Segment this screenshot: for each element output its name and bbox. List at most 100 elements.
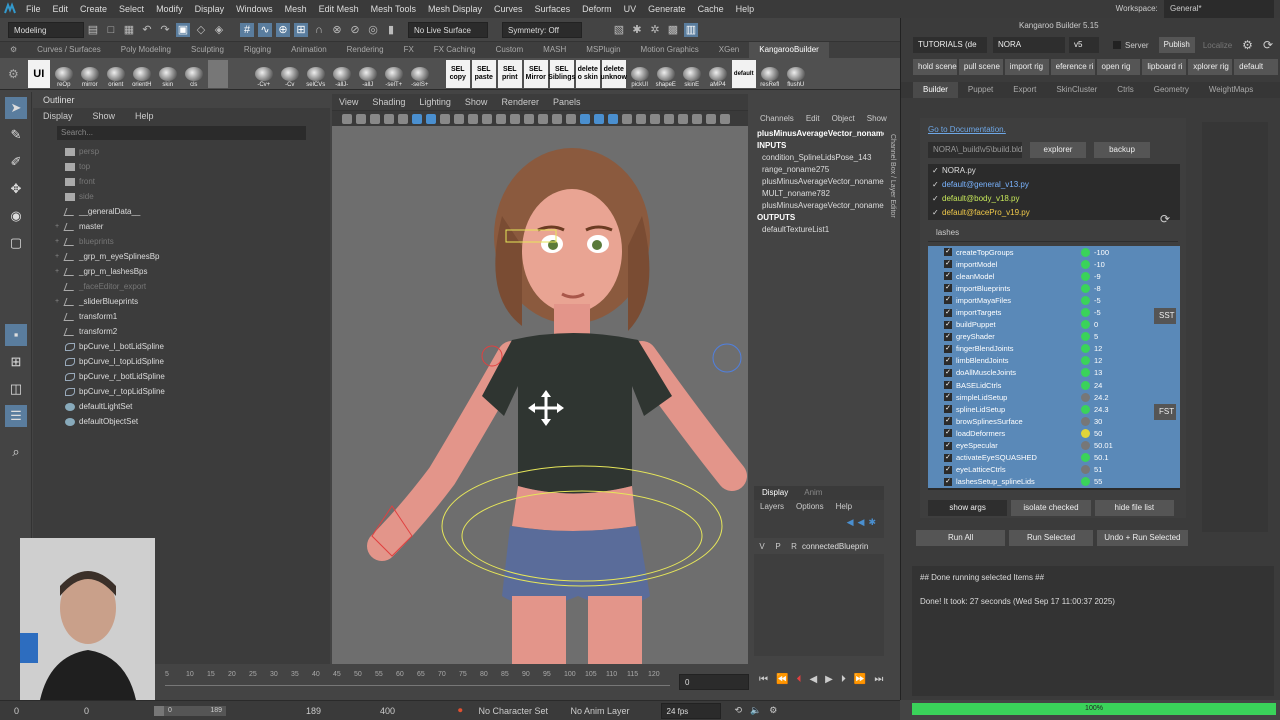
snap-grid-icon[interactable]: # <box>240 22 254 37</box>
viewport-menu-lighting[interactable]: Lighting <box>412 94 458 110</box>
shelf-button-flushu[interactable]: flushU <box>784 60 808 88</box>
function-checkbox[interactable]: ✓ <box>944 429 952 438</box>
anim-start-field[interactable]: 0 <box>84 706 154 716</box>
viewport-tool-icon[interactable] <box>636 113 646 124</box>
construction-icon[interactable]: ⊘ <box>348 23 362 37</box>
output-node[interactable]: defaultTextureList1 <box>754 224 884 236</box>
two-view-layout-icon[interactable]: ◫ <box>5 378 27 400</box>
viewport-tool-icon[interactable] <box>412 113 422 124</box>
viewport-tool-icon[interactable] <box>622 113 632 124</box>
kangaroo-tab-geometry[interactable]: Geometry <box>1144 82 1199 98</box>
undo-run-selected-button[interactable]: Undo + Run Selected <box>1096 530 1189 546</box>
function-checkbox[interactable]: ✓ <box>944 308 952 317</box>
input-node[interactable]: plusMinusAverageVector_noname <box>754 200 884 212</box>
build-function-row[interactable]: ✓ importMayaFiles -5 <box>928 294 1180 307</box>
auto-key-icon[interactable]: ⏺ <box>458 705 463 716</box>
new-layer-selected-icon[interactable]: ◀ <box>858 517 865 528</box>
viewport-tool-icon[interactable] <box>482 113 492 124</box>
shelf-button--sels-[interactable]: -selS+ <box>408 60 432 88</box>
shelf-button-skin[interactable]: skin <box>156 60 180 88</box>
shelf-tab-sculpting[interactable]: Sculpting <box>181 42 234 58</box>
outliner-item[interactable]: + master <box>55 219 330 234</box>
play-back-icon[interactable]: ◀ <box>809 674 817 685</box>
function-checkbox[interactable]: ✓ <box>944 284 952 293</box>
lock-icon[interactable]: ▮ <box>384 23 398 37</box>
function-checkbox[interactable]: ✓ <box>944 296 952 305</box>
outliner-item[interactable]: + _grp_m_eyeSplinesBp <box>55 249 330 264</box>
documentation-link[interactable]: Go to Documentation. <box>928 125 1006 134</box>
publish-button[interactable]: Publish <box>1158 37 1195 53</box>
layer-menu-help[interactable]: Help <box>830 500 858 514</box>
next-key-icon[interactable]: ⏵ <box>841 674 846 685</box>
function-checkbox[interactable]: ✓ <box>944 248 952 257</box>
channel-menu-edit[interactable]: Edit <box>800 110 826 128</box>
shelf-button-shapee[interactable]: shapeE <box>654 60 678 88</box>
sound-icon[interactable]: 🔈 <box>750 705 761 716</box>
viewport-tool-icon[interactable] <box>510 113 520 124</box>
channel-box-vertical-tab[interactable]: Channel Box / Layer Editor <box>884 96 896 256</box>
shelf-button-orient[interactable]: orient <box>104 60 128 88</box>
shelf-button-blank[interactable] <box>207 59 228 88</box>
menu-edit-mesh[interactable]: Edit Mesh <box>313 0 365 18</box>
build-function-row[interactable]: ✓ eyeSpecular 50.01 <box>928 439 1180 452</box>
toolbar-button-eference-ri[interactable]: eference ri <box>1050 59 1095 75</box>
kangaroo-tab-builder[interactable]: Builder <box>913 82 958 98</box>
outliner-item[interactable]: + _sliderBlueprints <box>55 294 330 309</box>
viewport-tool-icon[interactable] <box>524 113 534 124</box>
build-function-row[interactable]: ✓ splineLidSetup 24.3 <box>928 403 1180 416</box>
kangaroo-tab-ctrls[interactable]: Ctrls <box>1107 82 1143 98</box>
shelf-tab-curves-surfaces[interactable]: Curves / Surfaces <box>27 42 111 58</box>
viewport-tool-icon[interactable] <box>650 113 660 124</box>
menu-deform[interactable]: Deform <box>576 0 618 18</box>
build-function-row[interactable]: ✓ loadDeformers 50 <box>928 427 1180 440</box>
undo-icon[interactable]: ↶ <box>140 23 154 37</box>
menu-mesh[interactable]: Mesh <box>279 0 313 18</box>
shelf-tab-motion-graphics[interactable]: Motion Graphics <box>631 42 709 58</box>
viewport-tool-icon[interactable] <box>580 113 590 124</box>
range-handle[interactable]: 0 189 <box>154 705 226 716</box>
viewport-tool-icon[interactable] <box>370 113 380 124</box>
viewport-tool-icon[interactable] <box>496 113 506 124</box>
shelf-button-cls[interactable]: cls <box>182 60 206 88</box>
loop-icon[interactable]: ⟲ <box>735 705 743 716</box>
kangaroo-tab-export[interactable]: Export <box>1003 82 1046 98</box>
shelf-button-mirror[interactable]: mirror <box>78 60 102 88</box>
shelf-tab-kangaroobuilder[interactable]: KangarooBuilder <box>749 42 829 58</box>
build-function-row[interactable]: ✓ lashesSetup_splineLids 55 <box>928 475 1180 488</box>
layer-tab-anim[interactable]: Anim <box>796 486 830 500</box>
outliner-item[interactable]: front <box>55 174 330 189</box>
layer-tab-display[interactable]: Display <box>754 486 796 500</box>
function-checkbox[interactable]: ✓ <box>944 332 952 341</box>
outliner-item[interactable]: _faceEditor_export <box>55 279 330 294</box>
build-function-row[interactable]: ✓ importTargets -5 <box>928 306 1180 319</box>
viewport-tool-icon[interactable] <box>538 113 548 124</box>
menu-display[interactable]: Display <box>189 0 231 18</box>
build-function-row[interactable]: ✓ activateEyeSQUASHED 50.1 <box>928 451 1180 464</box>
layer-row[interactable]: V P R connectedBlueprin <box>754 538 884 554</box>
render-icon[interactable]: ◎ <box>366 23 380 37</box>
function-checkbox[interactable]: ✓ <box>944 465 952 474</box>
shelf-tab-xgen[interactable]: XGen <box>709 42 749 58</box>
menu-file[interactable]: File <box>20 0 47 18</box>
shelf-button-skine[interactable]: skinE <box>680 60 704 88</box>
outliner-menu-help[interactable]: Help <box>125 108 164 124</box>
workspace-dropdown[interactable]: General* <box>1164 0 1274 18</box>
function-checkbox[interactable]: ✓ <box>944 260 952 269</box>
character-model[interactable] <box>332 126 748 664</box>
viewport-tool-icon[interactable] <box>440 113 450 124</box>
outliner-item[interactable]: bpCurve_r_botLidSpline <box>55 369 330 384</box>
viewport-tool-icon[interactable] <box>594 113 604 124</box>
menu-curves[interactable]: Curves <box>488 0 529 18</box>
menu-windows[interactable]: Windows <box>230 0 279 18</box>
filter-field[interactable]: lashes <box>936 228 959 237</box>
viewport-tool-icon[interactable] <box>426 113 436 124</box>
shelf-button-selcvs[interactable]: selCVs <box>304 60 328 88</box>
menu-mesh-tools[interactable]: Mesh Tools <box>365 0 422 18</box>
lasso-tool-icon[interactable]: ✎ <box>5 124 27 146</box>
shelf-button-delete-o-skin[interactable]: delete o skin <box>575 59 600 88</box>
function-checkbox[interactable]: ✓ <box>944 453 952 462</box>
build-function-row[interactable]: ✓ limbBlendJoints 12 <box>928 354 1180 367</box>
file-item[interactable]: ✓ NORA.py <box>928 164 1180 178</box>
viewport-tool-icon[interactable] <box>608 113 618 124</box>
function-checkbox[interactable]: ✓ <box>944 344 952 353</box>
